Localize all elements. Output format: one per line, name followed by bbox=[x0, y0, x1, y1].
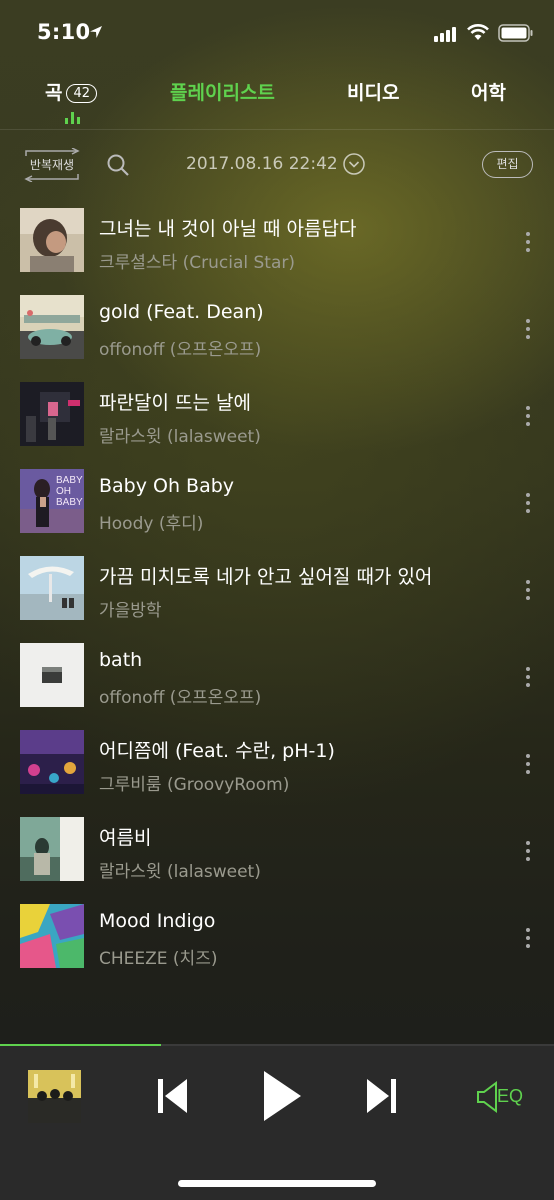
song-count-badge: 42 bbox=[66, 84, 98, 103]
album-art bbox=[20, 643, 84, 707]
album-art bbox=[20, 904, 84, 968]
song-title: 그녀는 내 것이 아닐 때 아름답다 bbox=[99, 218, 357, 240]
eq-label: EQ bbox=[497, 1086, 524, 1106]
song-artist: 랄라스윗 (lalasweet) bbox=[99, 862, 261, 882]
song-artist: CHEEZE (치즈) bbox=[99, 949, 218, 969]
home-indicator[interactable] bbox=[178, 1180, 376, 1187]
edit-button[interactable]: 편집 bbox=[482, 151, 533, 178]
more-options-icon[interactable] bbox=[518, 404, 538, 428]
more-options-icon[interactable] bbox=[518, 752, 538, 776]
playlist-toolbar: 반복재생 2017.08.16 22:42 편집 bbox=[0, 140, 554, 190]
song-artist: 랄라스윗 (lalasweet) bbox=[99, 427, 261, 447]
repeat-play-button[interactable]: 반복재생 bbox=[20, 148, 84, 182]
battery-icon bbox=[498, 24, 533, 42]
progress-bar[interactable] bbox=[0, 1044, 554, 1046]
next-track-icon[interactable] bbox=[364, 1076, 398, 1116]
song-artist: offonoff (오프온오프) bbox=[99, 340, 262, 360]
album-art-text: BABY OH BABY bbox=[56, 475, 83, 508]
eq-button[interactable]: EQ bbox=[474, 1080, 530, 1114]
album-art: BABY OH BABY bbox=[20, 469, 84, 533]
song-row[interactable]: gold (Feat. Dean) offonoff (오프온오프) bbox=[0, 287, 554, 373]
song-title: 여름비 bbox=[99, 827, 152, 849]
song-row[interactable]: Mood Indigo CHEEZE (치즈) bbox=[0, 896, 554, 982]
album-art bbox=[20, 730, 84, 794]
category-tabs: 곡 42 플레이리스트 비디오 어학 bbox=[0, 70, 554, 130]
song-row[interactable]: BABY OH BABY Baby Oh Baby Hoody (후디) bbox=[0, 461, 554, 547]
tab-playlist[interactable]: 플레이리스트 bbox=[170, 78, 275, 105]
previous-track-icon[interactable] bbox=[156, 1076, 190, 1116]
song-row[interactable]: 그녀는 내 것이 아닐 때 아름답다 크루셜스타 (Crucial Star) bbox=[0, 200, 554, 286]
chevron-down-circle-icon[interactable] bbox=[343, 153, 365, 175]
song-row[interactable]: 파란달이 뜨는 날에 랄라스윗 (lalasweet) bbox=[0, 374, 554, 460]
song-title: gold (Feat. Dean) bbox=[99, 301, 264, 323]
song-row[interactable]: 여름비 랄라스윗 (lalasweet) bbox=[0, 809, 554, 895]
song-title: Mood Indigo bbox=[99, 910, 216, 932]
song-title: 파란달이 뜨는 날에 bbox=[99, 392, 251, 414]
album-art bbox=[20, 208, 84, 272]
more-options-icon[interactable] bbox=[518, 230, 538, 254]
song-title: bath bbox=[99, 649, 143, 671]
play-icon[interactable] bbox=[260, 1068, 304, 1124]
song-row[interactable]: 가끔 미치도록 네가 안고 싶어질 때가 있어 가을방학 bbox=[0, 548, 554, 634]
status-bar: 5:10 bbox=[0, 0, 554, 66]
album-art bbox=[20, 556, 84, 620]
song-artist: 그루비룸 (GroovyRoom) bbox=[99, 775, 290, 795]
more-options-icon[interactable] bbox=[518, 926, 538, 950]
tab-songs-label: 곡 bbox=[45, 82, 63, 104]
status-time: 5:10 bbox=[37, 20, 91, 44]
song-artist: 가을방학 bbox=[99, 601, 162, 621]
song-row[interactable]: 어디쯤에 (Feat. 수란, pH-1) 그루비룸 (GroovyRoom) bbox=[0, 722, 554, 808]
tab-video[interactable]: 비디오 bbox=[347, 78, 399, 105]
location-arrow-icon bbox=[90, 26, 102, 38]
tab-songs[interactable]: 곡 42 bbox=[45, 78, 98, 105]
album-art bbox=[20, 382, 84, 446]
album-art bbox=[20, 817, 84, 881]
album-art bbox=[20, 295, 84, 359]
song-artist: offonoff (오프온오프) bbox=[99, 688, 262, 708]
song-title: Baby Oh Baby bbox=[99, 475, 235, 497]
song-title: 어디쯤에 (Feat. 수란, pH-1) bbox=[99, 740, 335, 762]
progress-fill bbox=[0, 1044, 161, 1046]
now-playing-album-art[interactable] bbox=[28, 1070, 81, 1123]
playlist-date[interactable]: 2017.08.16 22:42 bbox=[186, 154, 338, 174]
song-artist: Hoody (후디) bbox=[99, 514, 204, 534]
more-options-icon[interactable] bbox=[518, 665, 538, 689]
more-options-icon[interactable] bbox=[518, 317, 538, 341]
tab-language[interactable]: 어학 bbox=[471, 78, 506, 105]
more-options-icon[interactable] bbox=[518, 491, 538, 515]
more-options-icon[interactable] bbox=[518, 839, 538, 863]
repeat-play-label: 반복재생 bbox=[29, 158, 75, 172]
search-icon[interactable] bbox=[106, 153, 130, 177]
more-options-icon[interactable] bbox=[518, 578, 538, 602]
song-row[interactable]: bath offonoff (오프온오프) bbox=[0, 635, 554, 721]
mini-player: EQ bbox=[0, 1044, 554, 1200]
song-artist: 크루셜스타 (Crucial Star) bbox=[99, 253, 295, 273]
tab-divider bbox=[0, 129, 554, 130]
now-playing-bars-icon bbox=[65, 110, 81, 124]
song-title: 가끔 미치도록 네가 안고 싶어질 때가 있어 bbox=[99, 566, 433, 588]
wifi-icon bbox=[467, 24, 489, 40]
